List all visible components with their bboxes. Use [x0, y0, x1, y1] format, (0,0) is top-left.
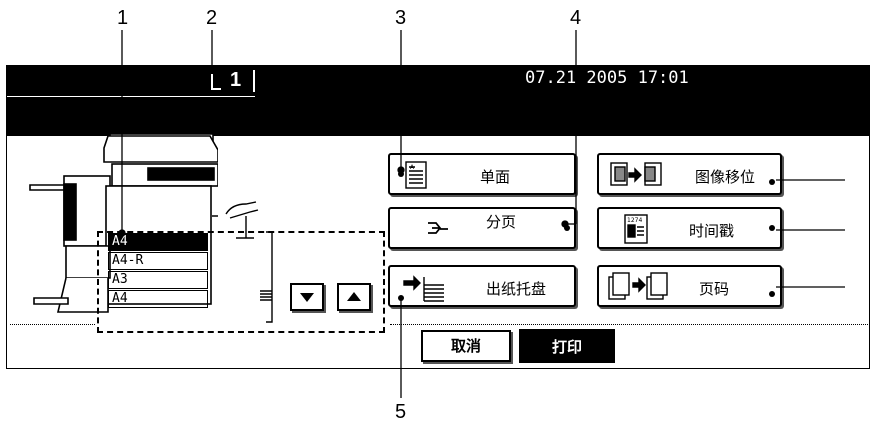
callout-leader-lines	[118, 30, 845, 398]
